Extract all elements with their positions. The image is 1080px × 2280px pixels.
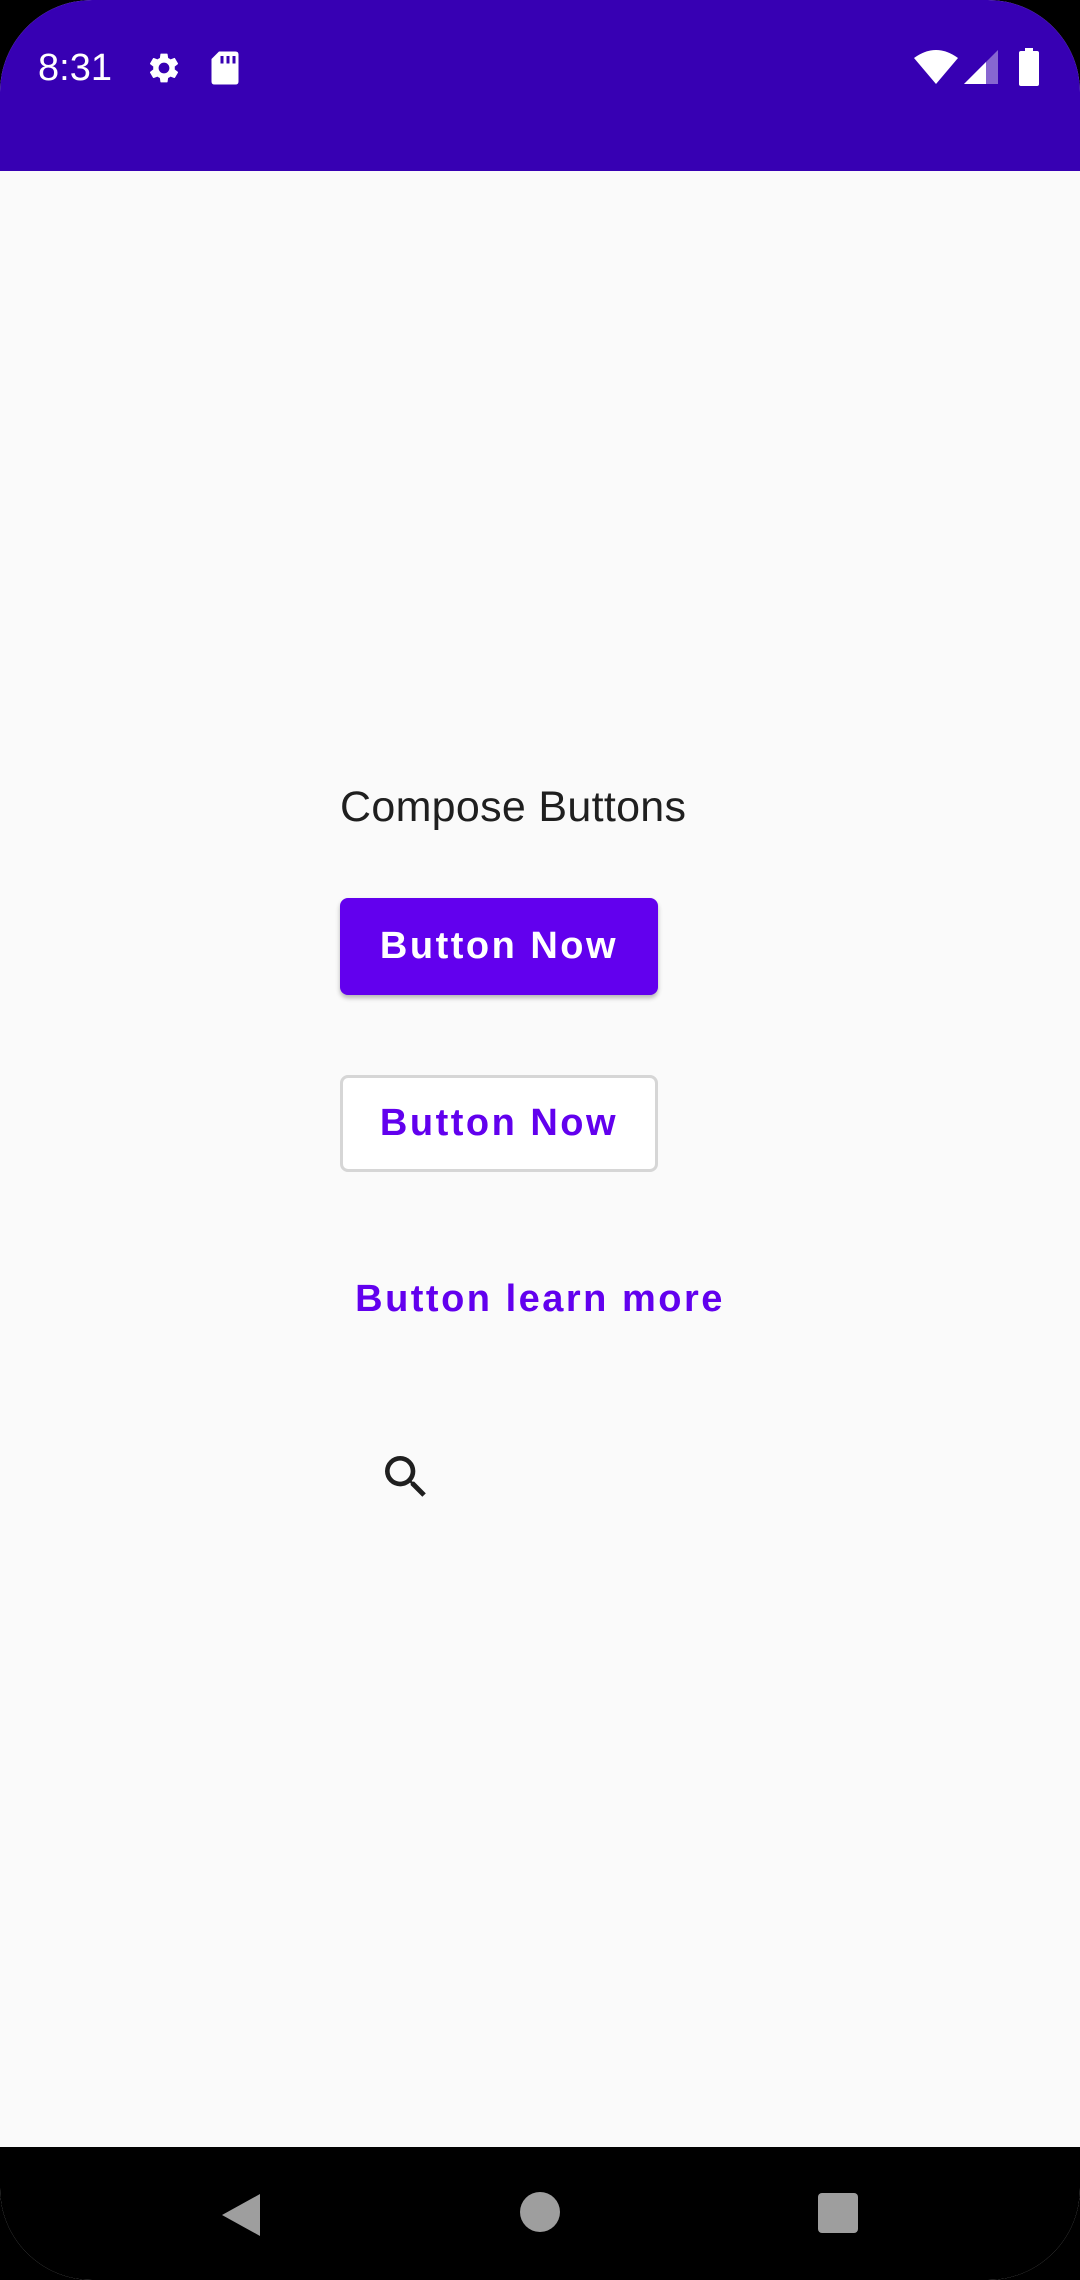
search-icon-button[interactable] <box>366 1437 446 1517</box>
back-icon[interactable] <box>218 2192 262 2238</box>
text-button[interactable]: Button learn more <box>340 1251 740 1348</box>
sd-card-icon <box>211 51 239 85</box>
cell-signal-icon <box>964 50 998 84</box>
status-time: 8:31 <box>38 47 112 89</box>
phone-screen: 8:31 Compose Buttons Button Now Button N… <box>0 0 1080 2280</box>
settings-gear-icon <box>149 53 179 83</box>
search-icon <box>385 1456 426 1497</box>
outlined-button-label: Button Now <box>379 1102 619 1144</box>
filled-button[interactable]: Button Now <box>340 898 658 995</box>
home-icon[interactable] <box>519 2191 561 2233</box>
recents-icon[interactable] <box>817 2192 859 2234</box>
page-title: Compose Buttons <box>340 783 687 831</box>
main-content: Compose Buttons Button Now Button Now Bu… <box>0 171 1080 2147</box>
text-button-label: Button learn more <box>355 1278 725 1320</box>
battery-icon <box>1019 48 1039 86</box>
navigation-bar <box>0 2147 1080 2280</box>
outlined-button[interactable]: Button Now <box>340 1075 658 1172</box>
filled-button-label: Button Now <box>379 925 619 967</box>
wifi-icon <box>914 50 958 84</box>
status-bar: 8:31 <box>0 0 1080 171</box>
